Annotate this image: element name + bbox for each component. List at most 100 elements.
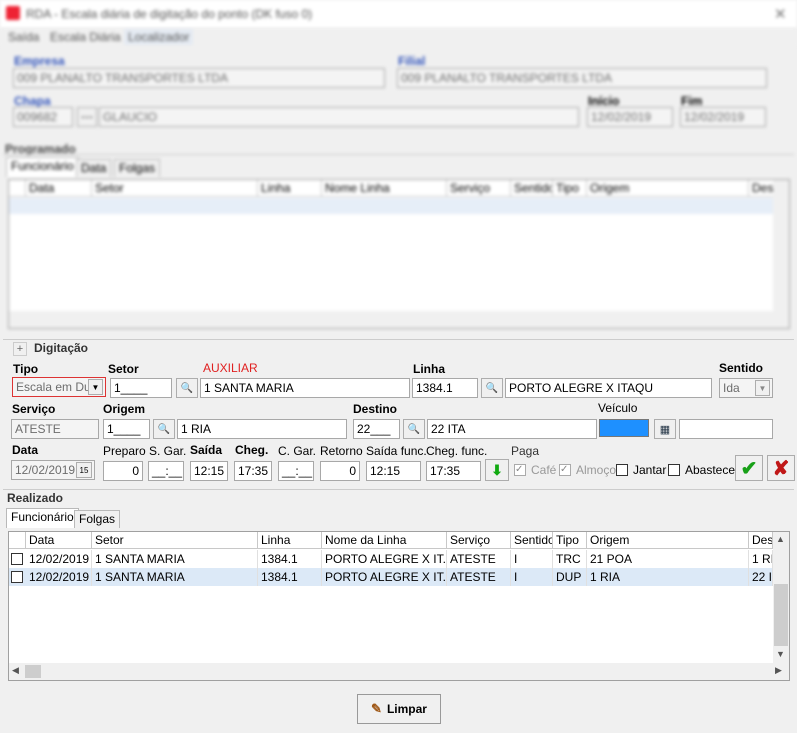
veiculo-input[interactable]	[679, 419, 773, 439]
setor-binoculars-icon[interactable]: 🔍	[176, 378, 198, 398]
cafe-checkbox[interactable]: ✓	[514, 464, 526, 476]
scroll-left-icon[interactable]: ◀	[12, 665, 19, 676]
cheg-label: Cheg.	[235, 443, 269, 457]
auxiliar-label: AUXILIAR	[203, 361, 258, 375]
prog-tab-data[interactable]: Data	[76, 159, 112, 177]
scroll-thumb[interactable]	[774, 584, 788, 646]
chapa-search-button[interactable]: ⋯	[77, 107, 97, 127]
real-col-data[interactable]: Data	[26, 532, 92, 549]
prog-tab-folgas[interactable]: Folgas	[114, 159, 161, 177]
confirm-button[interactable]: ✔	[735, 455, 763, 481]
prog-col-data[interactable]: Data	[26, 180, 92, 197]
real-tab-folgas[interactable]: Folgas	[74, 510, 121, 528]
cheg-input[interactable]: 17:35	[234, 461, 272, 481]
digitacao-title: Digitação	[34, 341, 89, 355]
prog-vertical-scrollbar[interactable]	[773, 180, 789, 311]
cell-origem: 21 POA	[587, 550, 749, 568]
cell-sentido: I	[511, 568, 553, 586]
app-icon	[6, 6, 20, 20]
filial-select[interactable]: 009 PLANALTO TRANSPORTES LTDA	[397, 68, 767, 88]
prog-col-setor[interactable]: Setor	[92, 180, 258, 197]
destino-binoculars-icon[interactable]: 🔍	[403, 419, 425, 439]
cell-linha: 1384.1	[258, 550, 322, 568]
prog-col-linha[interactable]: Linha	[258, 180, 322, 197]
h-scroll-thumb[interactable]	[25, 665, 41, 678]
real-col-servico[interactable]: Serviço	[447, 532, 511, 549]
programado-grid[interactable]: Data Setor Linha Nome Linha Serviço Sent…	[8, 179, 790, 329]
table-row[interactable]: 12/02/2019 1 SANTA MARIA 1384.1 PORTO AL…	[9, 568, 773, 586]
sentido-label: Sentido	[719, 361, 763, 375]
menu-localizador[interactable]: Localizador	[124, 29, 194, 45]
linha-binoculars-icon[interactable]: 🔍	[481, 378, 503, 398]
real-col-des[interactable]: Des	[749, 532, 773, 549]
real-col-sentido[interactable]: Sentido	[511, 532, 553, 549]
real-col-setor[interactable]: Setor	[92, 532, 258, 549]
setor-name: 1 SANTA MARIA	[200, 378, 410, 398]
retorno-input[interactable]: 0	[320, 461, 360, 481]
calendar-icon[interactable]: 15	[76, 462, 92, 478]
digitacao-expander[interactable]: +	[13, 342, 27, 356]
real-col-tipo[interactable]: Tipo	[553, 532, 587, 549]
scroll-up-icon[interactable]: ▲	[776, 534, 785, 544]
prog-tab-funcionario[interactable]: Funcionário	[6, 157, 79, 177]
cell-origem: 1 RIA	[587, 568, 749, 586]
cgar-label: C. Gar.	[278, 444, 317, 458]
real-col-linha[interactable]: Linha	[258, 532, 322, 549]
close-icon[interactable]: ✕	[774, 5, 787, 23]
fim-date[interactable]: 12/02/2019	[680, 107, 766, 127]
limpar-label: Limpar	[386, 702, 427, 716]
inicio-date[interactable]: 12/02/2019	[587, 107, 673, 127]
empresa-select[interactable]: 009 PLANALTO TRANSPORTES LTDA	[13, 68, 385, 88]
saida-func-input[interactable]: 12:15	[366, 461, 421, 481]
prog-col-sentido[interactable]: Sentido	[511, 180, 553, 197]
cheg-func-input[interactable]: 17:35	[426, 461, 481, 481]
arrow-down-icon[interactable]: ⬇	[485, 459, 509, 481]
origem-label: Origem	[103, 402, 146, 416]
prog-col-tipo[interactable]: Tipo	[553, 180, 587, 197]
row-checkbox[interactable]	[11, 571, 23, 583]
real-vertical-scrollbar[interactable]: ▲ ▼	[773, 532, 789, 663]
destino-label: Destino	[353, 402, 398, 416]
prog-col-nome-linha[interactable]: Nome Linha	[322, 180, 447, 197]
preparo-input[interactable]: 0	[103, 461, 143, 481]
realizado-grid[interactable]: Data Setor Linha Nome da Linha Serviço S…	[8, 531, 790, 681]
real-tab-funcionario[interactable]: Funcionário	[6, 508, 79, 528]
servico-input[interactable]: ATESTE	[11, 419, 99, 439]
prog-col-origem[interactable]: Origem	[587, 180, 749, 197]
abastece-checkbox[interactable]	[668, 464, 680, 476]
broom-icon: ✎	[371, 701, 382, 716]
scroll-right-icon[interactable]: ▶	[775, 665, 782, 676]
jantar-checkbox[interactable]	[616, 464, 628, 476]
limpar-button[interactable]: ✎ Limpar	[357, 694, 441, 724]
cell-nome: PORTO ALEGRE X IT...	[322, 550, 447, 568]
sentido-dropdown-icon[interactable]: ▼	[755, 380, 770, 396]
chapa-input[interactable]: 009682	[13, 107, 73, 127]
veiculo-calendar-icon[interactable]: ▦	[654, 419, 676, 439]
cancel-button[interactable]: ✘	[767, 455, 795, 481]
sgar-input[interactable]: __:__	[148, 461, 184, 481]
veiculo-color-swatch[interactable]	[599, 419, 649, 437]
menu-bar: Saída Escala Diária Localizador	[0, 28, 797, 46]
row-checkbox[interactable]	[11, 553, 23, 565]
origem-binoculars-icon[interactable]: 🔍	[153, 419, 175, 439]
menu-escala-diaria[interactable]: Escala Diária	[50, 30, 121, 44]
almoco-checkbox[interactable]: ✓	[559, 464, 571, 476]
header-panel: Empresa 009 PLANALTO TRANSPORTES LTDA Fi…	[0, 46, 797, 140]
prog-col-servico[interactable]: Serviço	[447, 180, 511, 197]
destino-code-input[interactable]: 22___	[353, 419, 400, 439]
scroll-down-icon[interactable]: ▼	[776, 649, 785, 659]
prog-horizontal-scrollbar[interactable]	[9, 311, 789, 328]
saida-input[interactable]: 12:15	[190, 461, 228, 481]
real-col-nome-linha[interactable]: Nome da Linha	[322, 532, 447, 549]
cell-nome: PORTO ALEGRE X IT...	[322, 568, 447, 586]
menu-saida[interactable]: Saída	[8, 30, 39, 44]
jantar-label: Jantar	[633, 463, 667, 477]
tipo-dropdown-icon[interactable]: ▼	[88, 379, 103, 395]
origem-code-input[interactable]: 1____	[103, 419, 150, 439]
setor-code-input[interactable]: 1____	[110, 378, 172, 398]
linha-code-input[interactable]: 1384.1	[412, 378, 478, 398]
real-col-origem[interactable]: Origem	[587, 532, 749, 549]
table-row[interactable]: 12/02/2019 1 SANTA MARIA 1384.1 PORTO AL…	[9, 550, 773, 568]
cgar-input[interactable]: __:__	[278, 461, 314, 481]
real-horizontal-scrollbar[interactable]: ◀ ▶	[9, 663, 789, 680]
